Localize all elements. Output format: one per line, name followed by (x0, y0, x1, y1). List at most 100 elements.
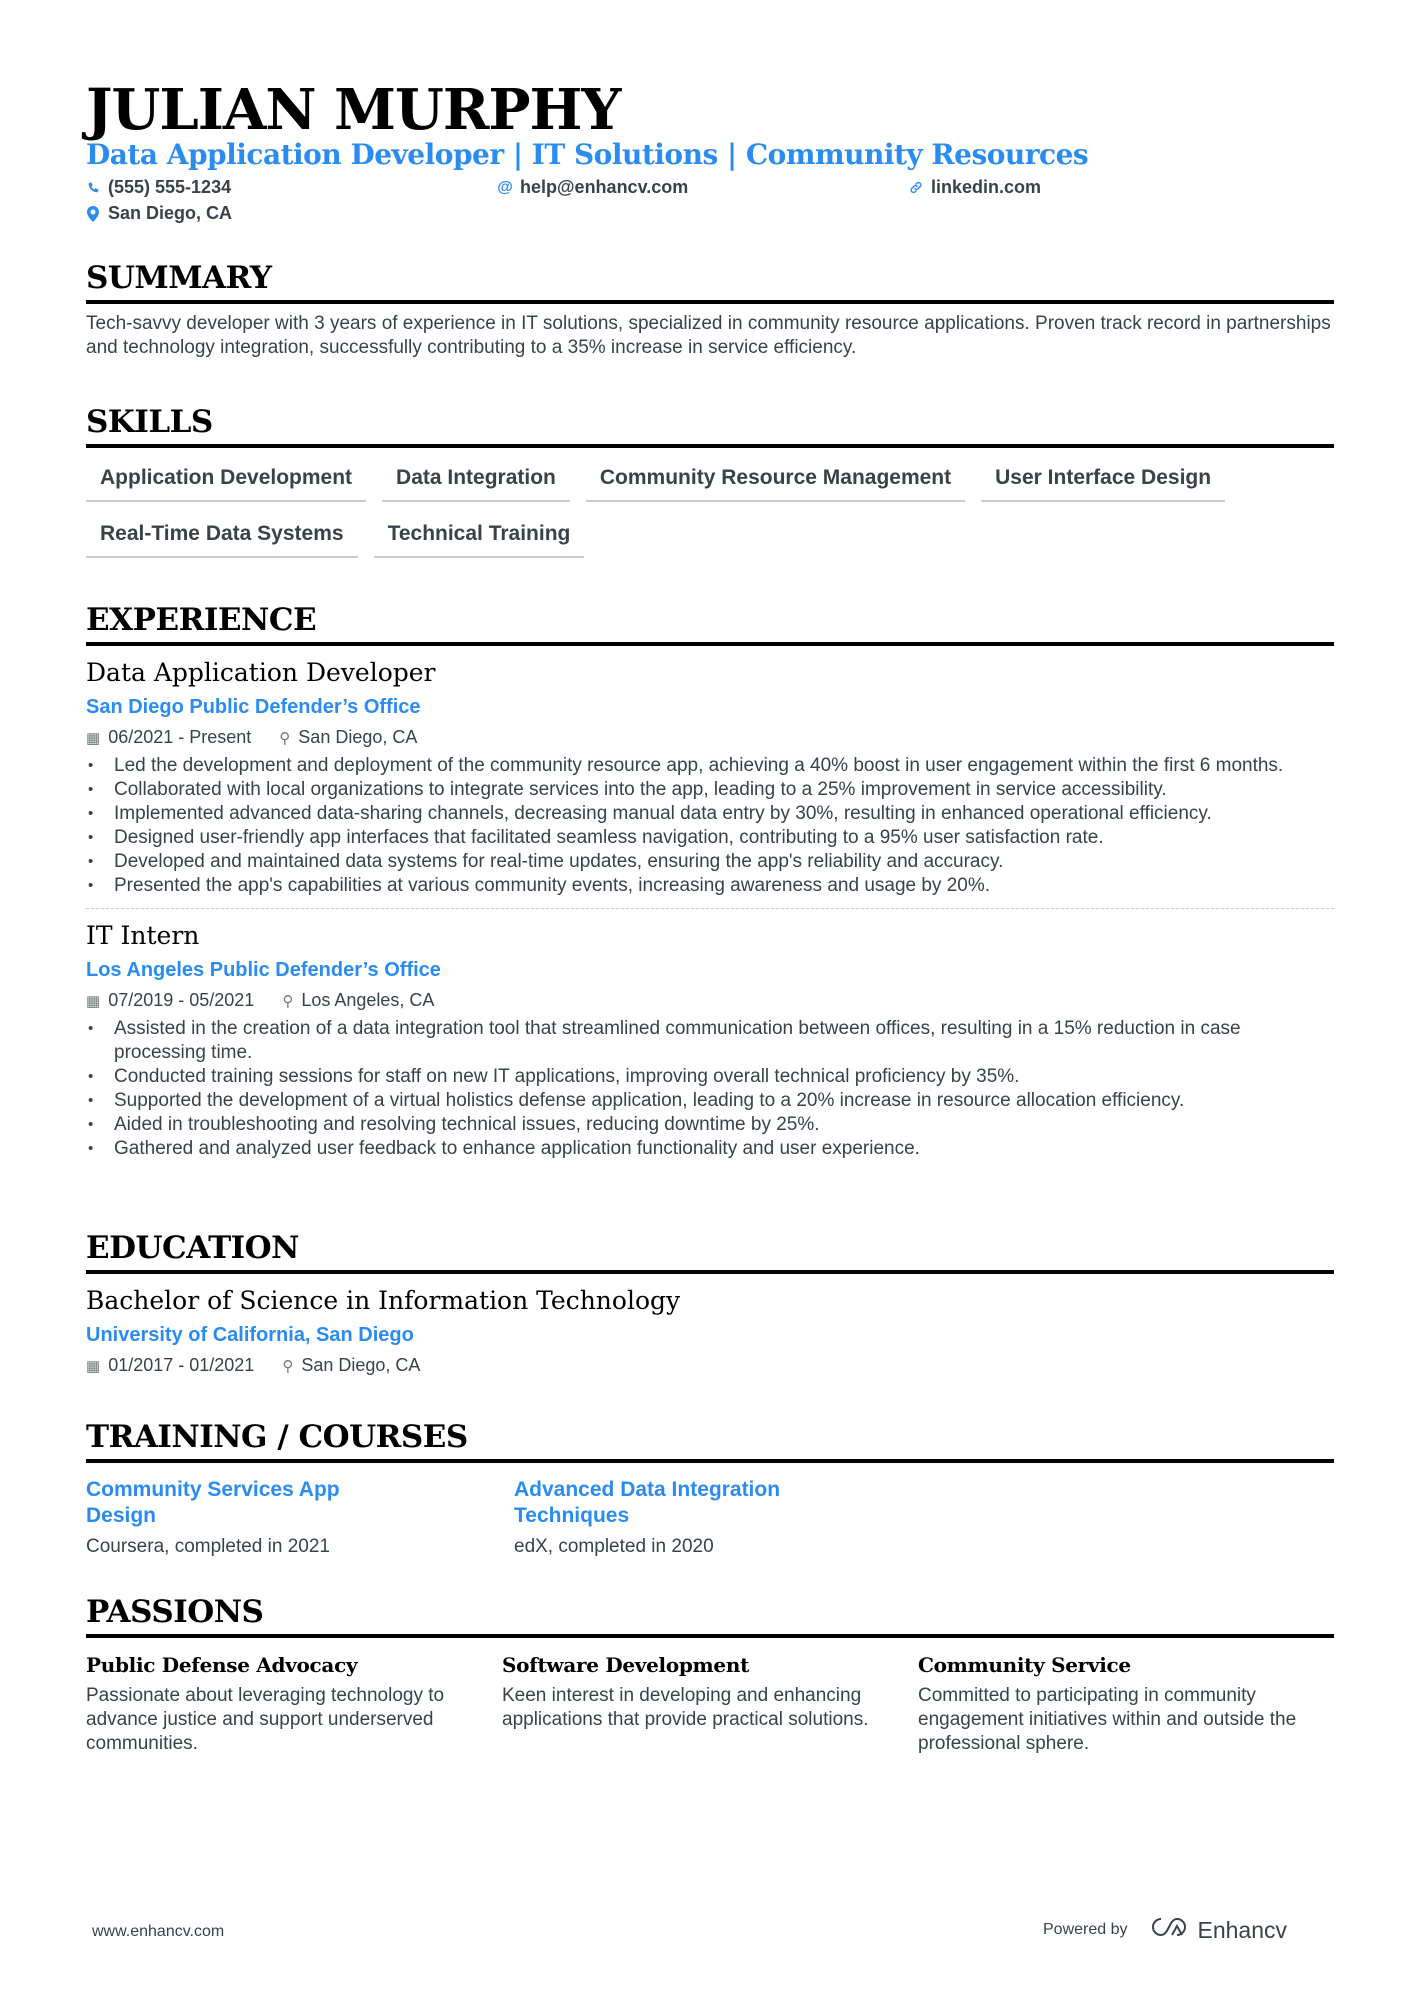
section-divider (86, 642, 1334, 646)
skill-tag: Application Development (86, 460, 367, 502)
course-list: Community Services App Design Coursera, … (86, 1477, 1334, 1559)
job-title: Data Application Developer (86, 658, 436, 687)
brand-logo[interactable]: Enhancv (1150, 1916, 1288, 1944)
map-pin-icon (86, 205, 100, 222)
location-text: San Diego, CA (301, 1355, 421, 1375)
summary-section: SUMMARY Tech-savvy developer with 3 year… (86, 258, 1334, 360)
entry-divider (86, 908, 1334, 909)
map-pin-icon: ⚲ (282, 993, 294, 1010)
footer-website[interactable]: www.enhancv.com (92, 1923, 224, 1941)
achievement-item: Presented the app's capabilities at vari… (86, 874, 1334, 898)
calendar-icon: ▦ (86, 993, 101, 1010)
achievement-item: Aided in troubleshooting and resolving t… (86, 1113, 1334, 1137)
course-provider: Coursera, completed in 2021 (86, 1536, 330, 1557)
achievement-item: Designed user-friendly app interfaces th… (86, 826, 1334, 850)
passions-heading: PASSIONS (86, 1594, 264, 1630)
section-divider (86, 1459, 1334, 1463)
experience-section: EXPERIENCE Data Application Developer Sa… (86, 600, 1334, 1161)
dates-text: 06/2021 - Present (108, 727, 252, 747)
phone-icon (86, 180, 100, 195)
passion-description: Keen interest in developing and enhancin… (502, 1685, 869, 1730)
company-name: San Diego Public Defender’s Office (86, 696, 421, 718)
degree: Bachelor of Science in Information Techn… (86, 1286, 681, 1315)
education-meta: ▦ 01/2017 - 01/2021 ⚲ San Diego, CA (86, 1354, 1334, 1378)
at-icon: @ (497, 178, 513, 196)
skill-tag: Data Integration (382, 460, 570, 502)
course-title: Community Services App Design (86, 1478, 340, 1527)
skill-tag: User Interface Design (981, 460, 1226, 502)
passions-section: PASSIONS Public Defense Advocacy Passion… (86, 1592, 1334, 1756)
dates-text: 01/2017 - 01/2021 (108, 1355, 255, 1375)
passion-description: Passionate about leveraging technology t… (86, 1685, 445, 1754)
section-divider (86, 1270, 1334, 1274)
skills-section: SKILLS Application Development Data Inte… (86, 402, 1334, 558)
education-heading: EDUCATION (86, 1230, 299, 1266)
contact-email[interactable]: @ help@enhancv.com (497, 177, 688, 198)
contact-website[interactable]: linkedin.com (909, 177, 1041, 198)
enhancv-logo-icon (1150, 1916, 1188, 1944)
passion-title: Community Service (918, 1653, 1131, 1677)
location-text: San Diego, CA (298, 727, 418, 747)
job-location: ⚲ Los Angeles, CA (282, 989, 434, 1013)
achievement-item: Conducted training sessions for staff on… (86, 1065, 1334, 1089)
course-title: Advanced Data Integration Techniques (514, 1478, 781, 1527)
website-link[interactable]: linkedin.com (931, 177, 1041, 198)
training-section: TRAINING / COURSES Community Services Ap… (86, 1417, 1334, 1559)
calendar-icon: ▦ (86, 730, 101, 747)
job-meta: ▦ 07/2019 - 05/2021 ⚲ Los Angeles, CA (86, 989, 1334, 1013)
candidate-name: JULIAN MURPHY (86, 77, 621, 143)
company-name: Los Angeles Public Defender’s Office (86, 959, 441, 981)
passion-item: Community Service Committed to participa… (918, 1652, 1334, 1756)
skill-tag: Real-Time Data Systems (86, 516, 358, 558)
passion-item: Public Defense Advocacy Passionate about… (86, 1652, 502, 1756)
summary-heading: SUMMARY (86, 260, 272, 296)
link-icon (909, 180, 923, 195)
passion-list: Public Defense Advocacy Passionate about… (86, 1652, 1334, 1756)
experience-entry: IT Intern Los Angeles Public Defender’s … (86, 919, 1334, 1161)
dates-text: 07/2019 - 05/2021 (108, 990, 255, 1010)
job-title: IT Intern (86, 921, 200, 950)
achievement-item: Implemented advanced data-sharing channe… (86, 802, 1334, 826)
map-pin-icon: ⚲ (279, 730, 291, 747)
school-name: University of California, San Diego (86, 1324, 414, 1346)
date-range: ▦ 01/2017 - 01/2021 (86, 1354, 254, 1378)
contact-location: San Diego, CA (86, 203, 232, 224)
contact-phone: (555) 555-1234 (86, 177, 231, 198)
achievement-item: Collaborated with local organizations to… (86, 778, 1334, 802)
passion-title: Software Development (502, 1653, 750, 1677)
achievement-list: Led the development and deployment of th… (86, 754, 1334, 898)
calendar-icon: ▦ (86, 1358, 101, 1375)
headline: Data Application Developer | IT Solution… (86, 138, 1089, 171)
achievement-list: Assisted in the creation of a data integ… (86, 1017, 1334, 1161)
experience-entry: Data Application Developer San Diego Pub… (86, 656, 1334, 909)
job-location: ⚲ San Diego, CA (279, 726, 417, 750)
training-heading: TRAINING / COURSES (86, 1419, 468, 1455)
section-divider (86, 300, 1334, 304)
location-text: Los Angeles, CA (301, 990, 435, 1010)
achievement-item: Developed and maintained data systems fo… (86, 850, 1334, 874)
course-item: Advanced Data Integration Techniques edX… (514, 1477, 942, 1559)
course-item: Community Services App Design Coursera, … (86, 1477, 514, 1559)
section-divider (86, 444, 1334, 448)
location-text: San Diego, CA (108, 203, 233, 223)
map-pin-icon: ⚲ (282, 1358, 294, 1375)
experience-heading: EXPERIENCE (86, 602, 317, 638)
job-meta: ▦ 06/2021 - Present ⚲ San Diego, CA (86, 726, 1334, 750)
school-location: ⚲ San Diego, CA (282, 1354, 420, 1378)
brand-name: Enhancv (1197, 1916, 1288, 1943)
passion-item: Software Development Keen interest in de… (502, 1652, 918, 1756)
date-range: ▦ 06/2021 - Present (86, 726, 251, 750)
skill-tag: Technical Training (373, 516, 585, 558)
course-provider: edX, completed in 2020 (514, 1536, 714, 1557)
email-link[interactable]: help@enhancv.com (520, 177, 688, 198)
summary-text: Tech-savvy developer with 3 years of exp… (86, 313, 1331, 358)
powered-by-label: Powered by (1043, 1921, 1128, 1938)
date-range: ▦ 07/2019 - 05/2021 (86, 989, 254, 1013)
passion-title: Public Defense Advocacy (86, 1653, 358, 1677)
achievement-item: Gathered and analyzed user feedback to e… (86, 1137, 1334, 1161)
phone-number: (555) 555-1234 (108, 177, 232, 197)
skills-heading: SKILLS (86, 404, 213, 440)
achievement-item: Supported the development of a virtual h… (86, 1089, 1334, 1113)
skill-tag: Community Resource Management (585, 460, 966, 502)
passion-description: Committed to participating in community … (918, 1685, 1297, 1754)
